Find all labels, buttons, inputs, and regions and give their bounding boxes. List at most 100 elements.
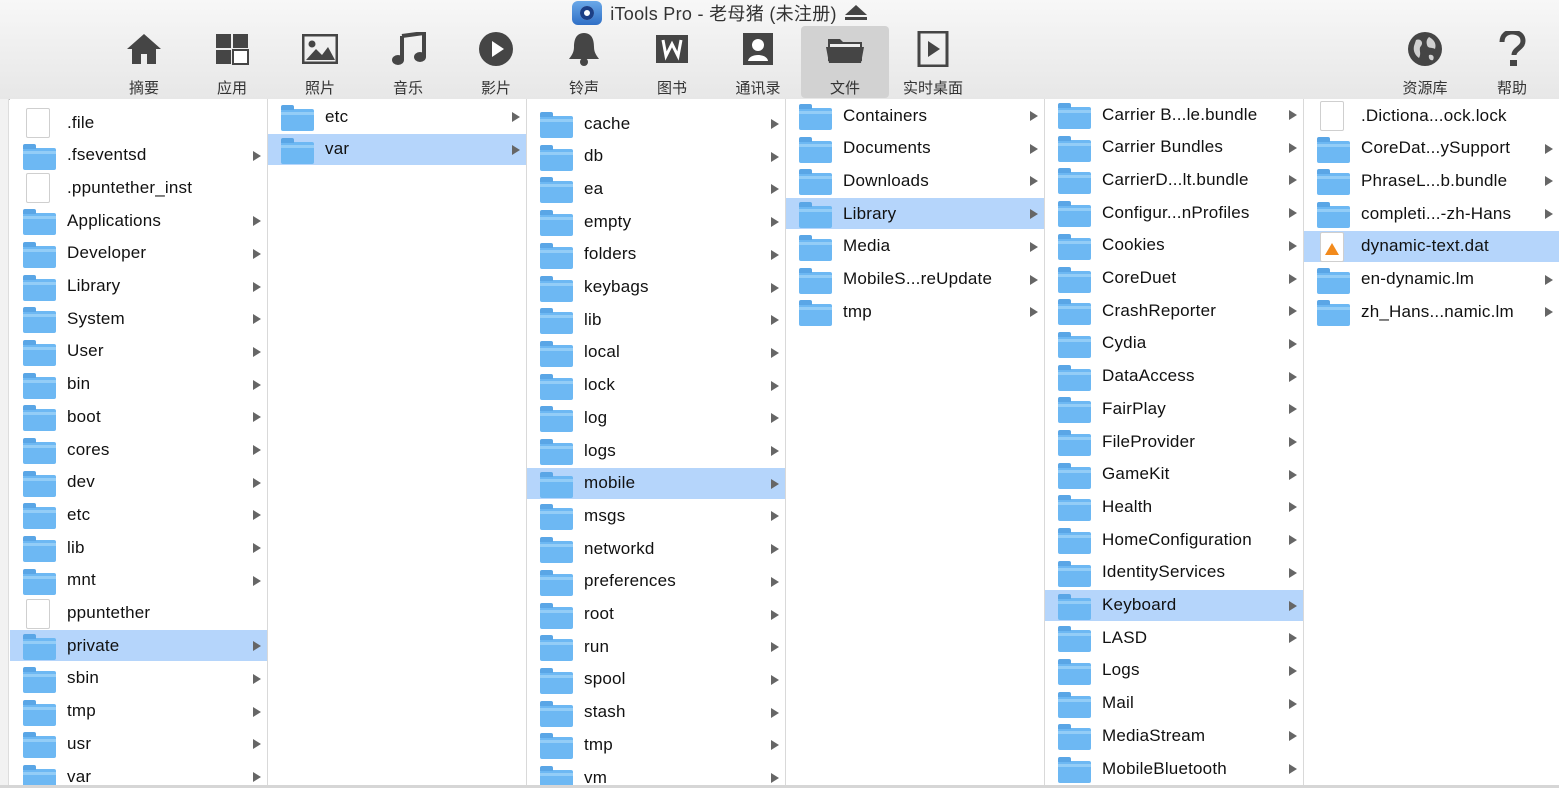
folder-row[interactable]: PhraseL...b.bundle — [1304, 165, 1559, 196]
folder-row[interactable]: completi...-zh-Hans — [1304, 198, 1559, 229]
toolbar-photos-button[interactable]: 照片 — [276, 26, 364, 98]
folder-row[interactable]: Applications — [10, 205, 267, 236]
folder-row[interactable]: MediaStream — [1045, 720, 1303, 751]
folder-row[interactable]: msgs — [527, 500, 785, 531]
folder-row[interactable]: root — [527, 599, 785, 630]
folder-row[interactable]: ea — [527, 173, 785, 204]
folder-row[interactable]: Downloads — [786, 165, 1044, 196]
column-var[interactable]: cache db ea empty folders keybags lib local lock… — [527, 99, 786, 785]
folder-row[interactable]: Library — [786, 198, 1044, 230]
toolbar-ringtones-button[interactable]: 铃声 — [540, 26, 628, 98]
file-row[interactable]: .Dictiona...ock.lock — [1304, 100, 1559, 131]
folder-row[interactable]: MobileS...reUpdate — [786, 264, 1044, 295]
folder-row[interactable]: logs — [527, 435, 785, 466]
folder-row[interactable]: Library — [10, 271, 267, 302]
folder-row[interactable]: CoreDuet — [1045, 263, 1303, 294]
folder-row[interactable]: empty — [527, 206, 785, 237]
folder-row[interactable]: FileProvider — [1045, 426, 1303, 457]
folder-row[interactable]: Documents — [786, 133, 1044, 164]
folder-row[interactable]: db — [527, 141, 785, 172]
folder-row[interactable]: private — [10, 630, 267, 662]
folder-row[interactable]: GameKit — [1045, 459, 1303, 490]
folder-row[interactable]: boot — [10, 401, 267, 432]
folder-row[interactable]: MobileBluetooth — [1045, 753, 1303, 784]
file-row[interactable]: ppuntether — [10, 598, 267, 629]
folder-row[interactable]: spool — [527, 664, 785, 695]
folder-row[interactable]: lib — [527, 304, 785, 335]
folder-row[interactable]: Health — [1045, 491, 1303, 522]
folder-row[interactable]: vm — [527, 762, 785, 785]
folder-row[interactable]: System — [10, 303, 267, 334]
folder-row[interactable]: mnt — [10, 565, 267, 596]
folder-row[interactable]: sbin — [10, 663, 267, 694]
toolbar-books-button[interactable]: 图书 — [628, 26, 716, 98]
folder-row[interactable]: dev — [10, 467, 267, 498]
folder-row[interactable]: etc — [268, 101, 526, 132]
toolbar-help-button[interactable]: 帮助 — [1468, 26, 1556, 98]
eject-icon[interactable] — [844, 5, 867, 20]
folder-row[interactable]: folders — [527, 239, 785, 270]
column-private[interactable]: etc var — [268, 99, 527, 785]
folder-row[interactable]: usr — [10, 728, 267, 759]
folder-row[interactable]: Cydia — [1045, 328, 1303, 359]
item-name: .ppuntether_inst — [67, 177, 193, 197]
folder-row[interactable]: CrashReporter — [1045, 295, 1303, 326]
folder-row[interactable]: cores — [10, 434, 267, 465]
folder-row[interactable]: Configur...nProfiles — [1045, 197, 1303, 228]
folder-row[interactable]: IdentityServices — [1045, 557, 1303, 588]
folder-row[interactable]: preferences — [527, 566, 785, 597]
folder-row[interactable]: FairPlay — [1045, 393, 1303, 424]
toolbar-library-button[interactable]: 资源库 — [1381, 26, 1469, 98]
folder-row[interactable]: Cookies — [1045, 230, 1303, 261]
toolbar-contacts-button[interactable]: 通讯录 — [714, 26, 802, 98]
folder-row[interactable]: log — [527, 402, 785, 433]
column-mobile[interactable]: Containers Documents Downloads Library Media… — [786, 99, 1045, 785]
folder-row[interactable]: local — [527, 337, 785, 368]
toolbar-live-desktop-button[interactable]: 实时桌面 — [889, 26, 977, 98]
folder-row[interactable]: Carrier Bundles — [1045, 132, 1303, 163]
folder-row[interactable]: HomeConfiguration — [1045, 524, 1303, 555]
folder-row[interactable]: etc — [10, 499, 267, 530]
folder-row[interactable]: stash — [527, 697, 785, 728]
toolbar-apps-button[interactable]: 应用 — [188, 26, 276, 98]
folder-row[interactable]: var — [10, 761, 267, 785]
folder-row[interactable]: DataAccess — [1045, 361, 1303, 392]
folder-row[interactable]: bin — [10, 369, 267, 400]
folder-row[interactable]: lock — [527, 370, 785, 401]
folder-row[interactable]: networkd — [527, 533, 785, 564]
folder-row[interactable]: tmp — [10, 696, 267, 727]
folder-row[interactable]: Carrier B...le.bundle — [1045, 99, 1303, 130]
folder-row[interactable]: Logs — [1045, 655, 1303, 686]
file-row[interactable]: dynamic-text.dat — [1304, 230, 1559, 262]
folder-row[interactable]: .fseventsd — [10, 140, 267, 171]
toolbar-music-button[interactable]: 音乐 — [364, 26, 452, 98]
column-root[interactable]: .file .fseventsd .ppuntether_inst Applicati… — [10, 99, 268, 785]
folder-row[interactable]: zh_Hans...namic.lm — [1304, 296, 1559, 327]
column-library[interactable]: Carrier B...le.bundle Carrier Bundles Carr… — [1045, 99, 1304, 785]
folder-row[interactable]: Mail — [1045, 688, 1303, 719]
folder-row[interactable]: CarrierD...lt.bundle — [1045, 164, 1303, 195]
toolbar-summary-button[interactable]: 摘要 — [100, 26, 188, 98]
folder-row[interactable]: mobile — [527, 467, 785, 499]
folder-row[interactable]: Containers — [786, 100, 1044, 131]
folder-row[interactable]: tmp — [786, 296, 1044, 327]
folder-row[interactable]: cache — [527, 108, 785, 139]
folder-row[interactable]: Media — [786, 231, 1044, 262]
toolbar-movies-button[interactable]: 影片 — [452, 26, 540, 98]
file-row[interactable]: .file — [10, 107, 267, 138]
folder-row[interactable]: tmp — [527, 729, 785, 760]
toolbar-files-button[interactable]: 文件 — [801, 26, 889, 98]
column-keyboard[interactable]: .Dictiona...ock.lock CoreDat...ySupport Ph… — [1304, 99, 1559, 785]
folder-row[interactable]: Keyboard — [1045, 589, 1303, 621]
folder-row[interactable]: CoreDat...ySupport — [1304, 133, 1559, 164]
folder-row[interactable]: lib — [10, 532, 267, 563]
folder-row[interactable]: keybags — [527, 272, 785, 303]
folder-row[interactable]: Developer — [10, 238, 267, 269]
folder-row[interactable]: User — [10, 336, 267, 367]
folder-row[interactable]: en-dynamic.lm — [1304, 264, 1559, 295]
folder-row[interactable]: var — [268, 133, 526, 165]
folder-row[interactable]: LASD — [1045, 622, 1303, 653]
file-row[interactable]: .ppuntether_inst — [10, 172, 267, 204]
folder-icon — [23, 634, 56, 661]
folder-row[interactable]: run — [527, 631, 785, 662]
